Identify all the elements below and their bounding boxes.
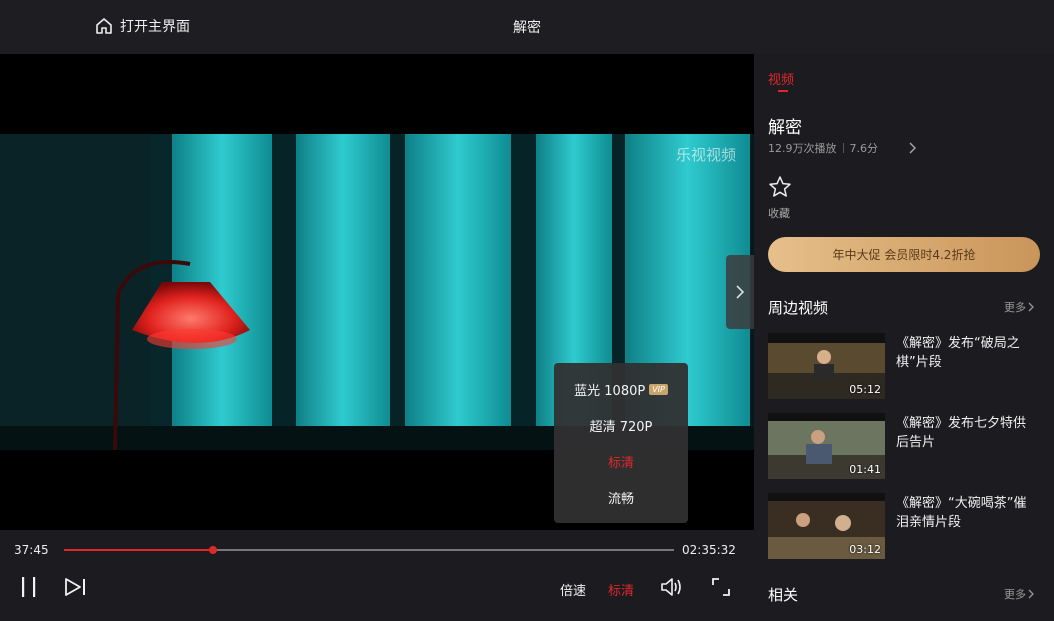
quality-button[interactable]: 标清 xyxy=(608,580,634,599)
video-player[interactable]: 乐视视频 蓝光 1080P VIP 超清 720P 标清 流畅 37:45 02… xyxy=(0,54,754,621)
vip-badge: VIP xyxy=(649,383,668,395)
tab-underline xyxy=(778,90,788,92)
progress-knob[interactable] xyxy=(208,546,217,554)
promo-text: 年中大促 会员限时4.2折抢 xyxy=(832,248,976,262)
player-controls: 37:45 02:35:32 倍速 标清 xyxy=(0,530,754,621)
chevron-right-icon xyxy=(1028,302,1034,312)
pause-button[interactable] xyxy=(20,576,38,602)
page-title: 解密 xyxy=(513,20,541,36)
next-icon xyxy=(65,578,85,596)
chevron-right-icon xyxy=(1028,589,1034,599)
sidebar-toggle-button[interactable] xyxy=(726,255,754,329)
video-duration: 01:41 xyxy=(849,463,881,476)
tab-video[interactable]: 视频 xyxy=(768,69,794,88)
current-time: 37:45 xyxy=(14,543,49,557)
list-item[interactable]: 01:41 《解密》发布七夕特供后告片 xyxy=(768,413,1040,479)
video-duration: 03:12 xyxy=(849,543,881,556)
pause-icon xyxy=(22,577,36,597)
video-item-title: 《解密》发布七夕特供后告片 xyxy=(896,416,1027,450)
video-meta: 12.9万次播放 7.6分 xyxy=(768,140,878,156)
details-button[interactable] xyxy=(909,139,917,158)
video-item-title: 《解密》“大碗喝茶”催泪亲情片段 xyxy=(896,496,1027,530)
chevron-right-icon xyxy=(736,285,745,299)
video-item-title: 《解密》发布“破局之棋”片段 xyxy=(896,336,1020,370)
score: 7.6分 xyxy=(849,142,879,155)
open-home-button[interactable]: 打开主界面 xyxy=(94,16,190,36)
volume-button[interactable] xyxy=(660,576,684,602)
quality-option-720p[interactable]: 超清 720P xyxy=(554,407,688,443)
favorite-button[interactable]: 收藏 xyxy=(768,175,792,221)
progress-fill xyxy=(64,549,213,551)
related-videos-title: 周边视频 xyxy=(768,299,829,317)
promo-banner[interactable]: 年中大促 会员限时4.2折抢 xyxy=(768,237,1040,272)
next-button[interactable] xyxy=(64,576,88,602)
star-icon xyxy=(769,176,791,197)
more-related-videos-link[interactable]: 更多 xyxy=(1004,299,1035,315)
quality-menu: 蓝光 1080P VIP 超清 720P 标清 流畅 xyxy=(554,363,688,523)
video-thumbnail: 01:41 xyxy=(768,413,885,479)
favorite-label: 收藏 xyxy=(768,207,790,220)
volume-icon xyxy=(661,578,681,596)
video-title: 解密 xyxy=(768,118,802,138)
quality-option-sd[interactable]: 标清 xyxy=(554,443,688,479)
progress-bar[interactable] xyxy=(64,546,674,554)
video-thumbnail: 03:12 xyxy=(768,493,885,559)
fullscreen-button[interactable] xyxy=(710,576,732,602)
related-title: 相关 xyxy=(768,586,799,604)
chevron-right-icon xyxy=(909,142,916,154)
quality-option-1080p[interactable]: 蓝光 1080P VIP xyxy=(554,371,688,407)
top-bar: 打开主界面 解密 xyxy=(0,0,1054,54)
list-item[interactable]: 05:12 《解密》发布“破局之棋”片段 xyxy=(768,333,1040,399)
watermark: 乐视视频 xyxy=(675,146,736,164)
divider xyxy=(842,143,844,153)
video-thumbnail: 05:12 xyxy=(768,333,885,399)
list-item[interactable]: 03:12 《解密》“大碗喝茶”催泪亲情片段 xyxy=(768,493,1040,559)
fullscreen-icon xyxy=(712,578,730,596)
home-icon xyxy=(96,18,112,34)
total-time: 02:35:32 xyxy=(682,543,736,557)
open-home-label: 打开主界面 xyxy=(120,19,190,35)
play-count: 12.9万次播放 xyxy=(768,142,837,155)
sidebar: 视频 解密 12.9万次播放 7.6分 收藏 年中大促 会员限时4.2折抢 周边… xyxy=(754,54,1054,621)
quality-option-smooth[interactable]: 流畅 xyxy=(554,479,688,515)
speed-button[interactable]: 倍速 xyxy=(560,580,586,599)
more-related-link[interactable]: 更多 xyxy=(1004,586,1035,602)
video-duration: 05:12 xyxy=(849,383,881,396)
